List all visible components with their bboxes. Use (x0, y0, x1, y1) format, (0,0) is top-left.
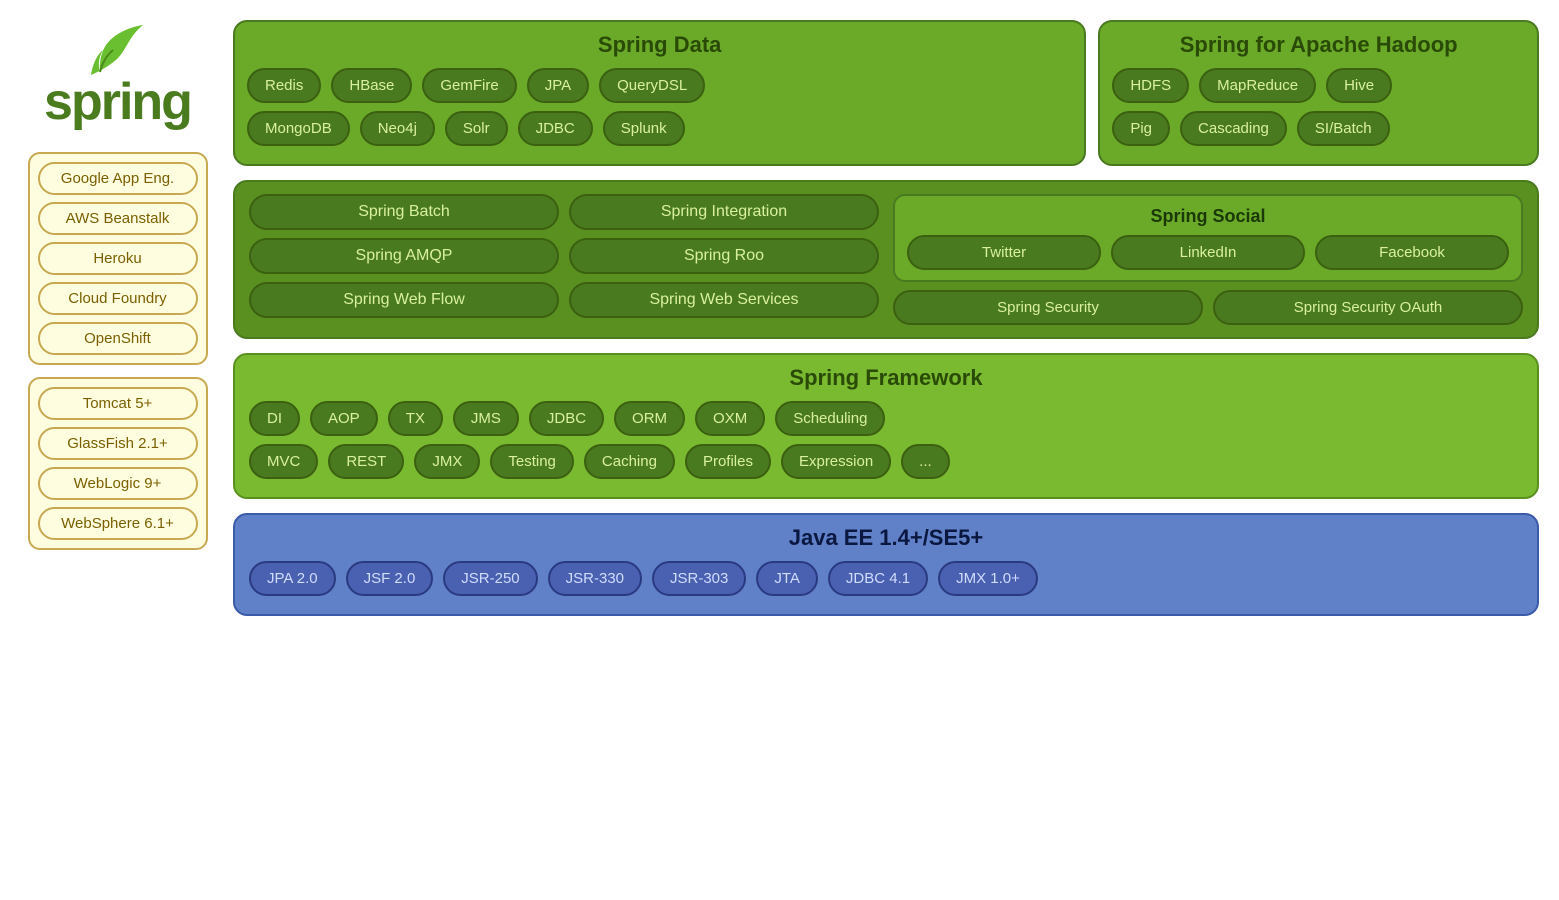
tomcat-chip[interactable]: Tomcat 5+ (38, 387, 198, 420)
testing-chip[interactable]: Testing (490, 444, 574, 479)
jsr330-chip[interactable]: JSR-330 (548, 561, 642, 596)
openshift-chip[interactable]: OpenShift (38, 322, 198, 355)
jsr303-chip[interactable]: JSR-303 (652, 561, 746, 596)
cloud-group: Google App Eng. AWS Beanstalk Heroku Clo… (28, 152, 208, 365)
spring-security-oauth-chip[interactable]: Spring Security OAuth (1213, 290, 1523, 325)
spring-social-title: Spring Social (907, 206, 1509, 227)
jpa20-chip[interactable]: JPA 2.0 (249, 561, 336, 596)
spring-web-flow-chip[interactable]: Spring Web Flow (249, 282, 559, 318)
rest-chip[interactable]: REST (328, 444, 404, 479)
mid-left-col: Spring Batch Spring Integration Spring A… (249, 194, 879, 325)
mid-right-col: Spring Social Twitter LinkedIn Facebook … (893, 194, 1523, 325)
jpa-chip[interactable]: JPA (527, 68, 589, 103)
cascading-chip[interactable]: Cascading (1180, 111, 1287, 146)
expression-chip[interactable]: Expression (781, 444, 891, 479)
linkedin-chip[interactable]: LinkedIn (1111, 235, 1305, 270)
scheduling-chip[interactable]: Scheduling (775, 401, 885, 436)
page-wrapper: spring Google App Eng. AWS Beanstalk Her… (0, 0, 1559, 900)
main-area: Spring Data Redis HBase GemFire JPA Quer… (233, 20, 1539, 880)
glassfish-chip[interactable]: GlassFish 2.1+ (38, 427, 198, 460)
middle-row: Spring Batch Spring Integration Spring A… (249, 194, 1523, 325)
google-app-eng-chip[interactable]: Google App Eng. (38, 162, 198, 195)
spring-data-row1: Redis HBase GemFire JPA QueryDSL (247, 68, 1072, 103)
spring-amqp-chip[interactable]: Spring AMQP (249, 238, 559, 274)
mid-left-row2: Spring AMQP Spring Roo (249, 238, 879, 274)
spring-roo-chip[interactable]: Spring Roo (569, 238, 879, 274)
jmx10-chip[interactable]: JMX 1.0+ (938, 561, 1038, 596)
weblogic-chip[interactable]: WebLogic 9+ (38, 467, 198, 500)
solr-chip[interactable]: Solr (445, 111, 508, 146)
java-ee-items: JPA 2.0 JSF 2.0 JSR-250 JSR-330 JSR-303 … (249, 561, 1523, 596)
spring-security-chip[interactable]: Spring Security (893, 290, 1203, 325)
logo-text: spring (44, 72, 191, 132)
spring-batch-chip[interactable]: Spring Batch (249, 194, 559, 230)
java-ee-section: Java EE 1.4+/SE5+ JPA 2.0 JSF 2.0 JSR-25… (233, 513, 1539, 616)
cloud-foundry-chip[interactable]: Cloud Foundry (38, 282, 198, 315)
ellipsis-chip[interactable]: ... (901, 444, 950, 479)
spring-hadoop-box: Spring for Apache Hadoop HDFS MapReduce … (1098, 20, 1539, 166)
aop-chip[interactable]: AOP (310, 401, 378, 436)
redis-chip[interactable]: Redis (247, 68, 321, 103)
middle-section: Spring Batch Spring Integration Spring A… (233, 180, 1539, 339)
mongodb-chip[interactable]: MongoDB (247, 111, 350, 146)
jdbc2-chip[interactable]: JDBC (529, 401, 604, 436)
spring-social-box: Spring Social Twitter LinkedIn Facebook (893, 194, 1523, 282)
sibatch-chip[interactable]: SI/Batch (1297, 111, 1390, 146)
jsf20-chip[interactable]: JSF 2.0 (346, 561, 434, 596)
websphere-chip[interactable]: WebSphere 6.1+ (38, 507, 198, 540)
gemfire-chip[interactable]: GemFire (422, 68, 516, 103)
spring-data-row2: MongoDB Neo4j Solr JDBC Splunk (247, 111, 1072, 146)
heroku-chip[interactable]: Heroku (38, 242, 198, 275)
server-group: Tomcat 5+ GlassFish 2.1+ WebLogic 9+ Web… (28, 377, 208, 550)
spring-framework-title: Spring Framework (249, 365, 1523, 391)
caching-chip[interactable]: Caching (584, 444, 675, 479)
java-ee-title: Java EE 1.4+/SE5+ (249, 525, 1523, 551)
spring-logo: spring (44, 20, 191, 132)
hbase-chip[interactable]: HBase (331, 68, 412, 103)
querydsl-chip[interactable]: QueryDSL (599, 68, 705, 103)
leaf-icon (88, 20, 148, 80)
splunk-chip[interactable]: Splunk (603, 111, 685, 146)
spring-social-items: Twitter LinkedIn Facebook (907, 235, 1509, 270)
orm-chip[interactable]: ORM (614, 401, 685, 436)
neo4j-chip[interactable]: Neo4j (360, 111, 435, 146)
framework-row2: MVC REST JMX Testing Caching Profiles Ex… (249, 444, 1523, 479)
spring-integration-chip[interactable]: Spring Integration (569, 194, 879, 230)
facebook-chip[interactable]: Facebook (1315, 235, 1509, 270)
aws-beanstalk-chip[interactable]: AWS Beanstalk (38, 202, 198, 235)
spring-web-services-chip[interactable]: Spring Web Services (569, 282, 879, 318)
spring-framework-section: Spring Framework DI AOP TX JMS JDBC ORM … (233, 353, 1539, 499)
jdbc-chip[interactable]: JDBC (518, 111, 593, 146)
hadoop-row2: Pig Cascading SI/Batch (1112, 111, 1525, 146)
mid-left-row3: Spring Web Flow Spring Web Services (249, 282, 879, 318)
jta-chip[interactable]: JTA (756, 561, 818, 596)
mapreduce-chip[interactable]: MapReduce (1199, 68, 1316, 103)
spring-hadoop-title: Spring for Apache Hadoop (1112, 32, 1525, 58)
top-section: Spring Data Redis HBase GemFire JPA Quer… (233, 20, 1539, 166)
security-row: Spring Security Spring Security OAuth (893, 290, 1523, 325)
jms-chip[interactable]: JMS (453, 401, 519, 436)
twitter-chip[interactable]: Twitter (907, 235, 1101, 270)
pig-chip[interactable]: Pig (1112, 111, 1170, 146)
hadoop-row1: HDFS MapReduce Hive (1112, 68, 1525, 103)
jdbc41-chip[interactable]: JDBC 4.1 (828, 561, 928, 596)
di-chip[interactable]: DI (249, 401, 300, 436)
spring-data-box: Spring Data Redis HBase GemFire JPA Quer… (233, 20, 1086, 166)
jsr250-chip[interactable]: JSR-250 (443, 561, 537, 596)
mid-left-row1: Spring Batch Spring Integration (249, 194, 879, 230)
hive-chip[interactable]: Hive (1326, 68, 1392, 103)
profiles-chip[interactable]: Profiles (685, 444, 771, 479)
spring-data-title: Spring Data (247, 32, 1072, 58)
tx-chip[interactable]: TX (388, 401, 443, 436)
left-column: spring Google App Eng. AWS Beanstalk Her… (20, 20, 215, 550)
oxm-chip[interactable]: OXM (695, 401, 765, 436)
mvc-chip[interactable]: MVC (249, 444, 318, 479)
hdfs-chip[interactable]: HDFS (1112, 68, 1189, 103)
framework-row1: DI AOP TX JMS JDBC ORM OXM Scheduling (249, 401, 1523, 436)
jmx-chip[interactable]: JMX (414, 444, 480, 479)
